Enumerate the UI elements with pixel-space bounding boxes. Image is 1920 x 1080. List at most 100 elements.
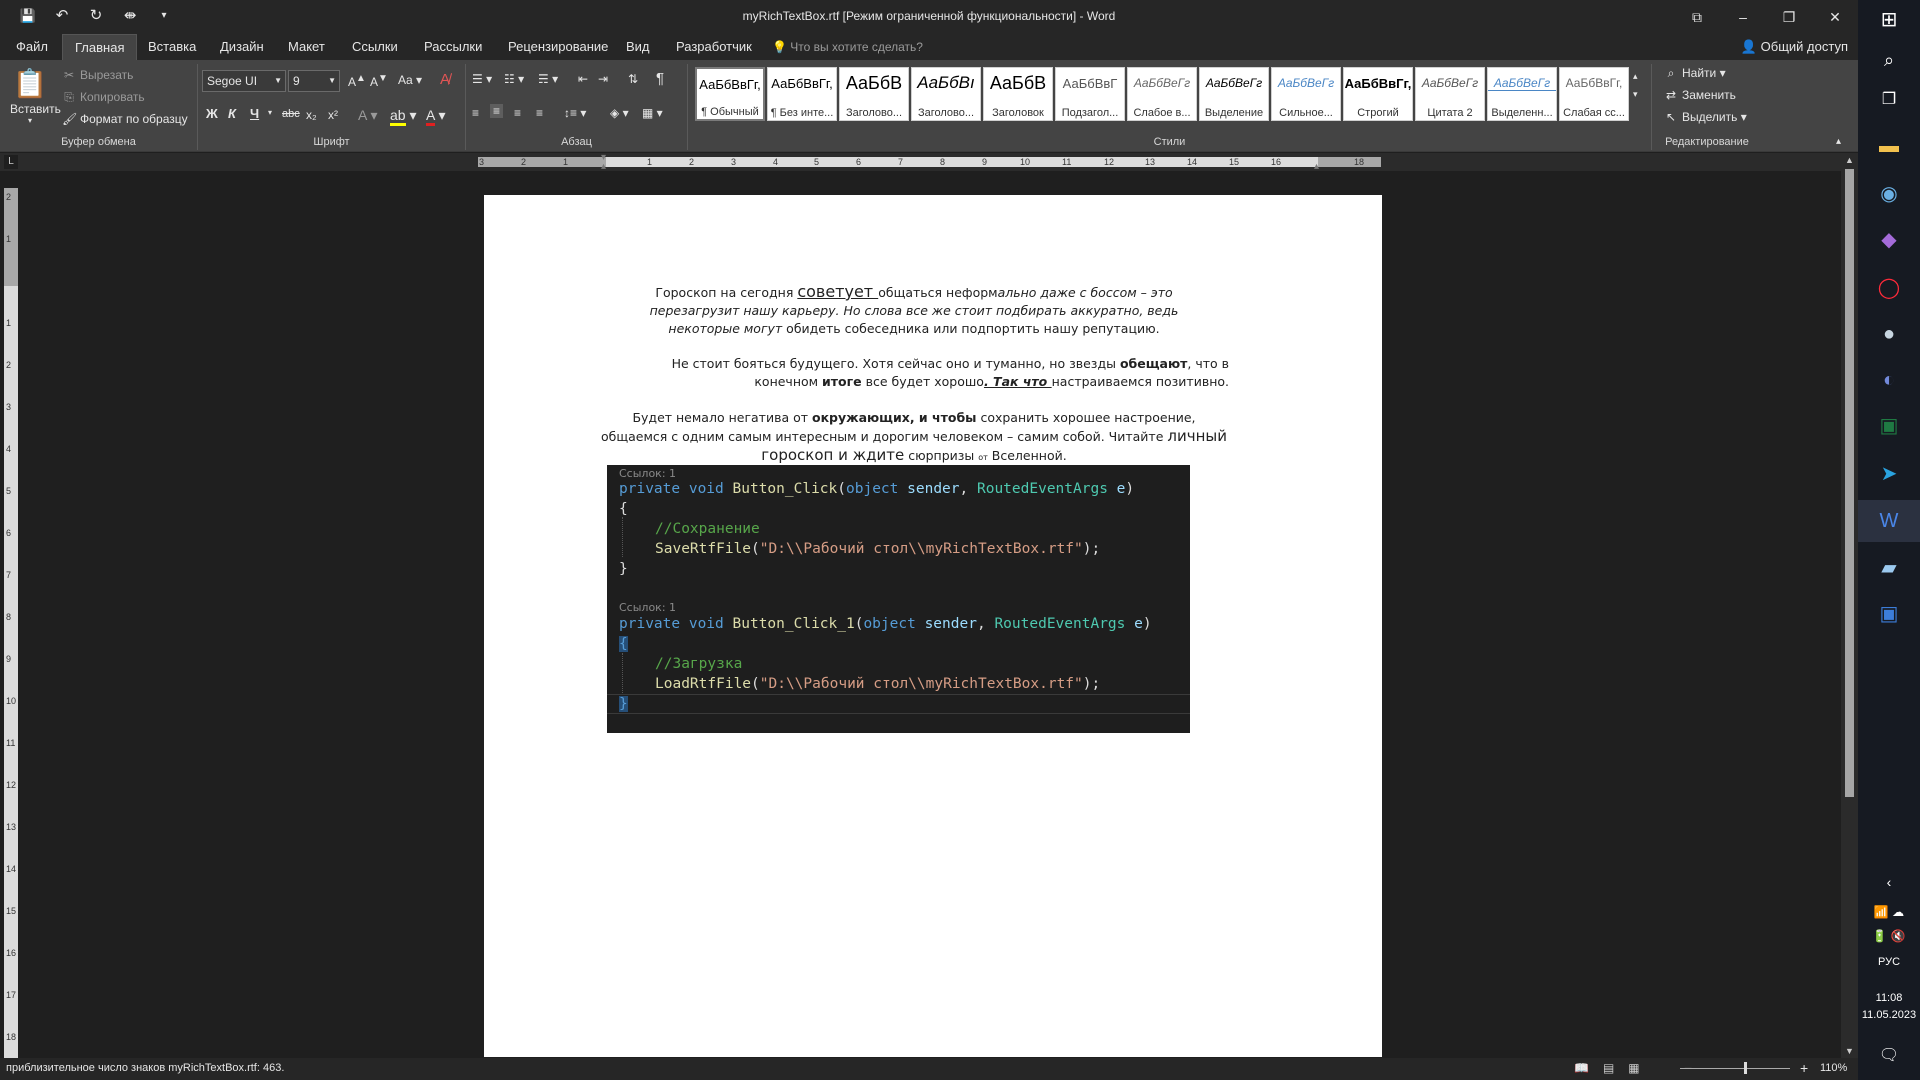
windows-start-icon[interactable]: ⊞ — [1873, 4, 1905, 36]
underline-options-icon[interactable]: ▾ — [268, 108, 272, 117]
close-button[interactable]: ✕ — [1812, 0, 1858, 34]
style-subtle-reference[interactable]: АаБбВвГг, Слабая сс... — [1559, 67, 1629, 121]
cut-button[interactable]: ✂ Вырезать — [62, 68, 133, 82]
font-color-icon[interactable]: A ▾ — [426, 107, 446, 126]
align-right-icon[interactable]: ≡ — [514, 106, 521, 120]
right-indent-marker-icon[interactable]: ▴ — [1314, 161, 1319, 172]
style-strong[interactable]: АаБбВвГг, Строгий — [1343, 67, 1413, 121]
text-effects-icon[interactable]: A ▾ — [358, 107, 377, 124]
font-size-select[interactable]: 9 ▼ — [288, 70, 340, 92]
highlight-color-icon[interactable]: ab ▾ — [390, 107, 417, 126]
tab-references[interactable]: Ссылки — [340, 34, 410, 60]
file-explorer-icon[interactable]: ▬ — [1873, 130, 1905, 162]
print-layout-icon[interactable]: ▤ — [1603, 1061, 1614, 1075]
paste-button[interactable]: 📋 Вставить ▾ — [10, 66, 61, 136]
style-intense-quote[interactable]: АаБбВеГг Выделенн... — [1487, 67, 1557, 121]
align-left-icon[interactable]: ≡ — [472, 106, 479, 120]
style-subtle-emphasis[interactable]: АаБбВеГг Слабое в... — [1127, 67, 1197, 121]
style-normal[interactable]: АаБбВвГг, ¶ Обычный — [695, 67, 765, 121]
font-name-select[interactable]: Segoe UI ▼ — [202, 70, 286, 92]
tab-file[interactable]: Файл — [4, 34, 60, 60]
character-count[interactable]: приблизительное число знаков myRichTextB… — [6, 1062, 284, 1074]
scrollbar-thumb[interactable] — [1845, 169, 1854, 797]
paragraph-1[interactable]: Гороскоп на сегодня советует общаться не… — [619, 283, 1209, 338]
scroll-up-icon[interactable]: ▲ — [1841, 155, 1858, 165]
scroll-down-icon[interactable]: ▼ — [1841, 1046, 1858, 1056]
app-window-icon[interactable]: ▣ — [1873, 598, 1905, 630]
multilevel-list-icon[interactable]: ☴ ▾ — [538, 72, 558, 86]
indent-marker-icon[interactable]: ▾ ▴ — [601, 153, 611, 172]
horizontal-ruler[interactable]: 3 2 1 1 2 3 4 5 6 7 8 9 10 11 12 13 14 1… — [0, 153, 1858, 172]
tab-developer[interactable]: Разработчик — [664, 34, 764, 60]
paragraph-2[interactable]: Не стоит бояться будущего. Хотя сейчас о… — [639, 355, 1229, 391]
change-case-button[interactable]: Aa ▾ — [398, 73, 422, 87]
notifications-icon[interactable]: 🗨 — [1873, 1040, 1905, 1072]
style-quote-2[interactable]: АаБбВеГг Цитата 2 — [1415, 67, 1485, 121]
tell-me-search[interactable]: 💡 Что вы хотите сделать? — [772, 34, 923, 60]
italic-button[interactable]: К — [228, 106, 236, 121]
telegram-icon[interactable]: ➤ — [1873, 458, 1905, 490]
volume-icon[interactable]: 🔋 🔇 — [1864, 920, 1914, 952]
collapse-ribbon-icon[interactable]: ▴ — [1836, 136, 1841, 147]
zoom-in-button[interactable]: + — [1800, 1060, 1808, 1076]
app-icon[interactable]: ▰ — [1873, 552, 1905, 584]
increase-indent-icon[interactable]: ⇥ — [598, 72, 608, 86]
browser-icon[interactable]: ◉ — [1873, 178, 1905, 210]
borders-icon[interactable]: ▦ ▾ — [642, 106, 663, 120]
copy-button[interactable]: ⎘ Копировать — [62, 90, 144, 105]
format-painter-button[interactable]: 🖌 Формат по образцу — [62, 112, 188, 126]
tab-mailings[interactable]: Рассылки — [412, 34, 494, 60]
style-no-spacing[interactable]: АаБбВвГг, ¶ Без инте... — [767, 67, 837, 121]
read-mode-icon[interactable]: 📖 — [1574, 1061, 1589, 1075]
numbering-icon[interactable]: ☷ ▾ — [504, 72, 524, 86]
clock-date[interactable]: 11.05.2023 — [1858, 1007, 1920, 1023]
tab-design[interactable]: Дизайн — [208, 34, 276, 60]
style-intense-emphasis[interactable]: АаБбВеГг Сильное... — [1271, 67, 1341, 121]
discord-icon[interactable]: ◐ — [1873, 364, 1905, 396]
vertical-scrollbar[interactable]: ▲ ▼ — [1841, 153, 1858, 1058]
task-view-icon[interactable]: ❐ — [1873, 84, 1905, 116]
minimize-button[interactable]: – — [1720, 0, 1766, 34]
tab-insert[interactable]: Вставка — [136, 34, 208, 60]
excel-icon[interactable]: ▣ — [1873, 410, 1905, 442]
replace-button[interactable]: ⇄ Заменить — [1664, 88, 1736, 102]
show-formatting-icon[interactable]: ¶ — [656, 70, 664, 87]
styles-scroll-down-icon[interactable]: ▾ — [1633, 85, 1638, 103]
bullets-icon[interactable]: ☰ ▾ — [472, 72, 492, 86]
select-button[interactable]: ↖ Выделить ▾ — [1664, 110, 1747, 124]
subscript-button[interactable]: x₂ — [306, 108, 317, 122]
underline-button[interactable]: Ч — [250, 106, 259, 121]
style-heading-1[interactable]: АаБбВ Заголово... — [839, 67, 909, 121]
keyboard-language[interactable]: РУС — [1858, 954, 1920, 970]
tab-home[interactable]: Главная — [62, 34, 138, 60]
style-emphasis[interactable]: АаБбВеГг Выделение — [1199, 67, 1269, 121]
style-heading-2[interactable]: АаБбВı Заголово... — [911, 67, 981, 121]
zoom-level[interactable]: 110% — [1820, 1062, 1847, 1074]
share-button[interactable]: 👤 Общий доступ — [1741, 34, 1848, 60]
tab-layout[interactable]: Макет — [276, 34, 337, 60]
shading-icon[interactable]: ◈ ▾ — [610, 106, 629, 120]
tab-selector[interactable]: L — [4, 155, 18, 169]
styles-scroll-up-icon[interactable]: ▴ — [1633, 67, 1638, 85]
align-center-icon[interactable]: ≡ — [490, 104, 504, 118]
opera-icon[interactable]: ◯ — [1873, 272, 1905, 304]
justify-icon[interactable]: ≡ — [536, 106, 543, 120]
line-spacing-icon[interactable]: ↕≡ ▾ — [564, 106, 586, 120]
style-subtitle[interactable]: АаБбВвГ Подзагол... — [1055, 67, 1125, 121]
search-icon[interactable]: ⌕ — [1873, 44, 1905, 76]
decrease-indent-icon[interactable]: ⇤ — [578, 72, 588, 86]
strikethrough-button[interactable]: abc — [282, 108, 300, 120]
find-button[interactable]: ⌕ Найти ▾ — [1664, 66, 1726, 81]
clear-formatting-icon[interactable]: A̸ — [440, 71, 450, 88]
zoom-slider-thumb[interactable] — [1744, 1062, 1747, 1074]
superscript-button[interactable]: x² — [328, 108, 338, 122]
paragraph-3[interactable]: Будет немало негатива от окружающих, и ч… — [599, 409, 1229, 467]
clock-time[interactable]: 11:08 — [1858, 990, 1920, 1006]
shrink-font-icon[interactable]: A▼ — [370, 73, 388, 89]
document-page[interactable]: Гороскоп на сегодня советует общаться не… — [484, 195, 1382, 1057]
grow-font-icon[interactable]: A▲ — [348, 73, 366, 89]
web-layout-icon[interactable]: ▦ — [1628, 1061, 1639, 1075]
sort-icon[interactable]: ⇅ — [628, 72, 638, 86]
tab-view[interactable]: Вид — [614, 34, 662, 60]
code-image[interactable]: Ссылок: 1 private void Button_Click(obje… — [607, 465, 1190, 733]
